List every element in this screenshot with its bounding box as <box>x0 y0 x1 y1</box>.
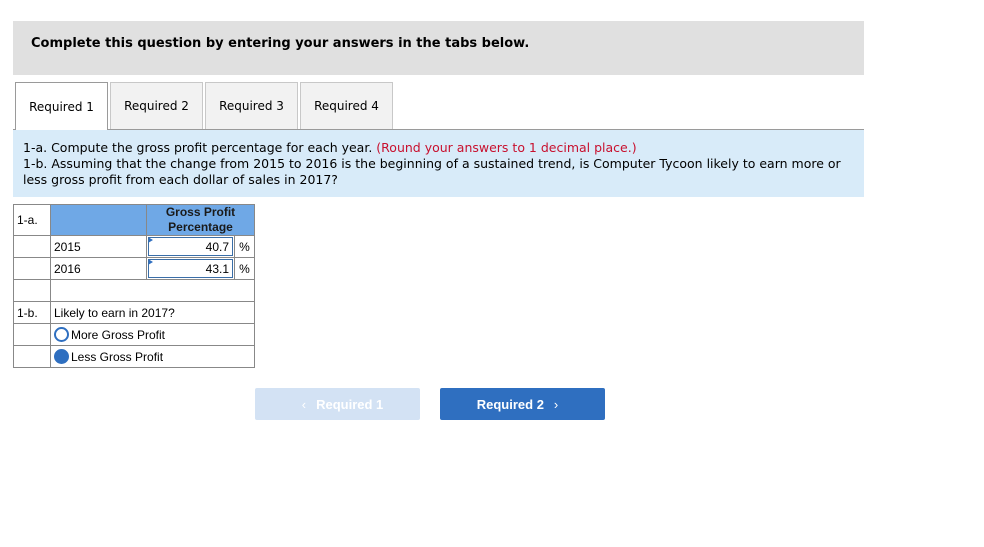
radio-less-gross-profit[interactable]: Less Gross Profit <box>54 349 251 364</box>
option-row: Less Gross Profit <box>13 345 255 368</box>
rounding-note: (Round your answers to 1 decimal place.) <box>376 140 637 155</box>
instruction-line-1a: 1-a. Compute the gross profit percentage… <box>23 140 854 156</box>
tab-required-2[interactable]: Required 2 <box>110 82 203 129</box>
table-row: 2016 43.1 % <box>13 257 255 280</box>
tab-required-4[interactable]: Required 4 <box>300 82 393 129</box>
tab-required-3[interactable]: Required 3 <box>205 82 298 129</box>
question-instructions: 1-a. Compute the gross profit percentage… <box>13 130 864 197</box>
radio-selected-icon[interactable] <box>54 349 69 364</box>
next-required-button[interactable]: Required 2 › <box>440 388 605 420</box>
empty-cell <box>13 235 51 258</box>
table-row: 2015 40.7 % <box>13 235 255 258</box>
spacer-row <box>13 279 255 302</box>
part-b-question: Likely to earn in 2017? <box>50 301 255 324</box>
empty-cell <box>13 257 51 280</box>
answer-table: 1-a. Gross Profit Percentage 2015 40.7 %… <box>13 204 255 368</box>
header-title: Complete this question by entering your … <box>31 36 530 51</box>
next-button-label: Required 2 <box>476 396 544 412</box>
header-row: 1-a. Gross Profit Percentage <box>13 204 255 236</box>
option-label[interactable]: More Gross Profit <box>71 328 165 342</box>
option-row: More Gross Profit <box>13 323 255 346</box>
option-cell: Less Gross Profit <box>50 345 255 368</box>
column-header-gross-profit-percentage: Gross Profit Percentage <box>146 204 255 236</box>
column-header-line1: Gross Profit <box>165 205 236 219</box>
input-value[interactable]: 43.1 <box>148 259 233 278</box>
chevron-right-icon: › <box>553 396 559 412</box>
option-label[interactable]: Less Gross Profit <box>71 350 163 364</box>
input-value[interactable]: 40.7 <box>148 237 233 256</box>
gross-profit-input-2015[interactable]: 40.7 <box>146 235 235 258</box>
percent-unit: % <box>234 235 255 258</box>
empty-cell <box>13 323 51 346</box>
part-b-question-row: 1-b. Likely to earn in 2017? <box>13 301 255 324</box>
instruction-header: Complete this question by entering your … <box>13 21 864 75</box>
header-blank-cell <box>50 204 147 236</box>
option-cell: More Gross Profit <box>50 323 255 346</box>
percent-unit: % <box>234 257 255 280</box>
empty-cell <box>13 345 51 368</box>
tab-bar: Required 1 Required 2 Required 3 Require… <box>15 82 395 130</box>
radio-unselected-icon[interactable] <box>54 327 69 342</box>
chevron-left-icon: ‹ <box>301 396 307 412</box>
part-a-label: 1-a. <box>13 204 51 236</box>
prev-required-button[interactable]: ‹ Required 1 <box>255 388 420 420</box>
part-b-label: 1-b. <box>13 301 51 324</box>
instruction-1a-text: 1-a. Compute the gross profit percentage… <box>23 140 373 155</box>
empty-cell <box>13 279 51 302</box>
gross-profit-input-2016[interactable]: 43.1 <box>146 257 235 280</box>
tab-required-1[interactable]: Required 1 <box>15 82 108 130</box>
radio-more-gross-profit[interactable]: More Gross Profit <box>54 327 251 342</box>
prev-button-label: Required 1 <box>316 396 384 412</box>
year-label: 2016 <box>50 257 147 280</box>
column-header-line2: Percentage <box>168 220 233 234</box>
year-label: 2015 <box>50 235 147 258</box>
empty-cell <box>50 279 255 302</box>
instruction-line-1b: 1-b. Assuming that the change from 2015 … <box>23 156 841 187</box>
